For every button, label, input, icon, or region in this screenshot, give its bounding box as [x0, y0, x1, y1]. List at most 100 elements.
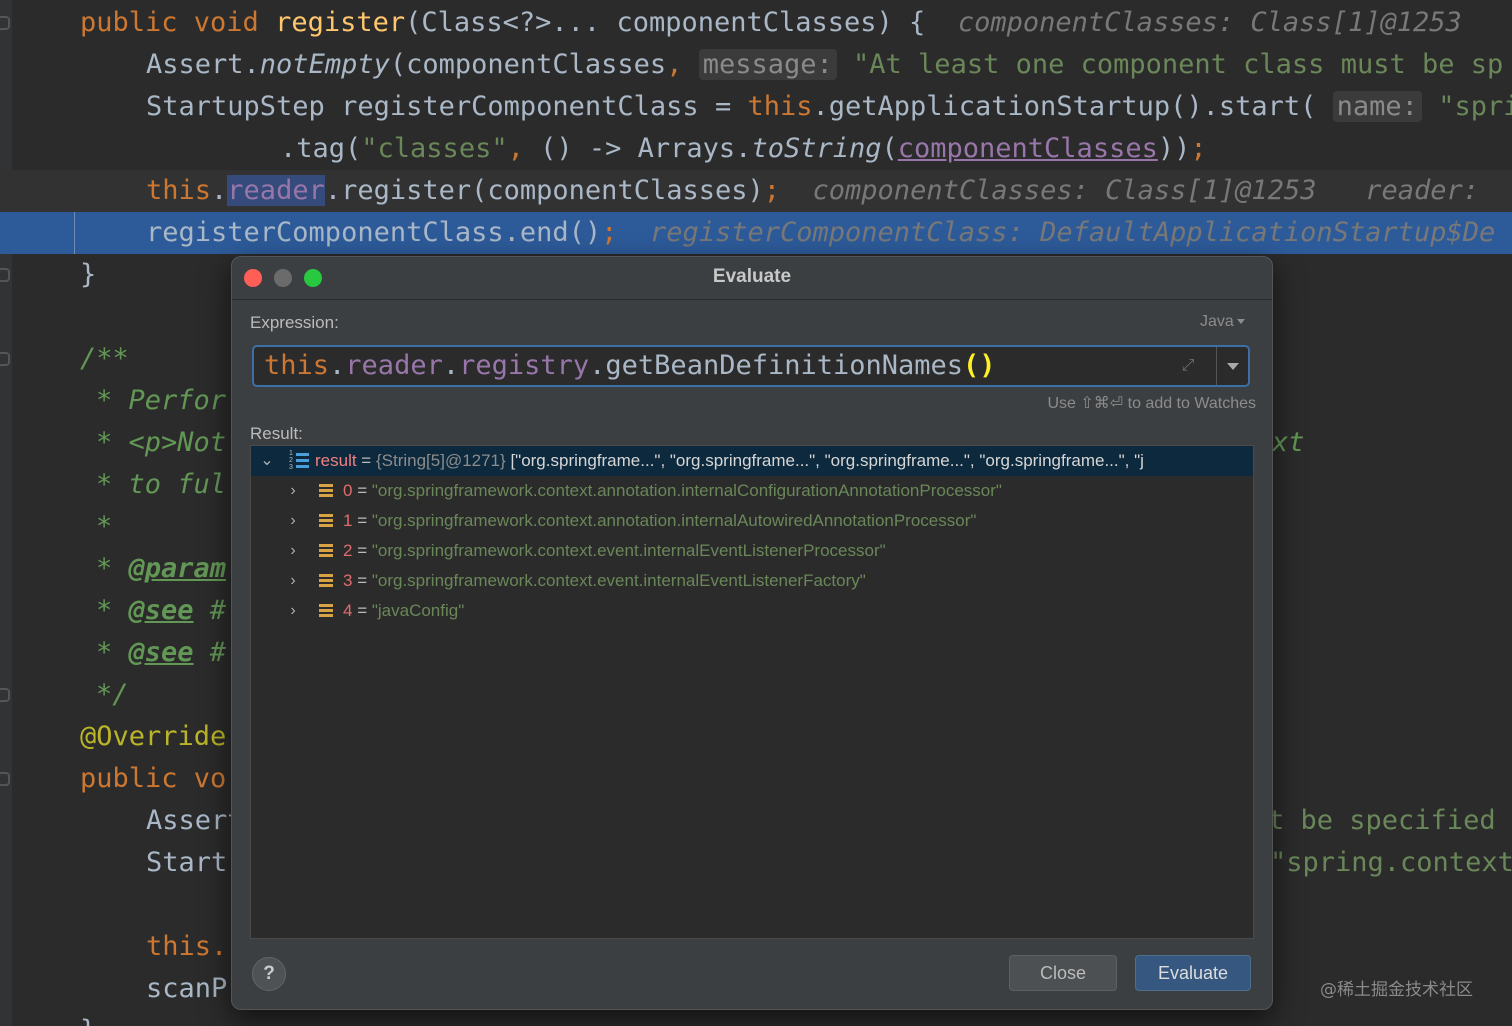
code-token: * to ful [96, 469, 227, 500]
code-token: this. [146, 931, 228, 962]
item-value: "org.springframework.context.event.inter… [371, 541, 886, 560]
code-token: this [146, 175, 212, 206]
code-token: . [211, 175, 228, 206]
code-line[interactable]: t be specified [1268, 800, 1496, 842]
watermark: @稀土掘金技术社区 [1320, 980, 1473, 1000]
code-line[interactable]: * <p>Not [96, 422, 226, 464]
fold-marker-icon[interactable] [0, 352, 10, 366]
code-token: */ [96, 679, 129, 710]
code-token: notEmpty [259, 49, 390, 80]
dialog-title: Evaluate [712, 266, 792, 287]
result-item-row[interactable]: › 2 = "org.springframework.context.event.… [251, 536, 1253, 566]
code-line[interactable]: * @param [96, 548, 226, 590]
expression-token: reader [345, 350, 443, 381]
code-token: registerComponentClass: DefaultApplicati… [649, 217, 1496, 248]
code-token: )) [1157, 133, 1191, 164]
result-root-text: result = {String[5]@1271} ["org.springfr… [315, 451, 1144, 470]
field-icon [319, 514, 333, 528]
evaluate-dialog: Evaluate Expression: Java this.reader.re… [231, 256, 1273, 1010]
result-tree[interactable]: ⌄ 123 result = {String[5]@1271} ["org.sp… [250, 445, 1254, 939]
fold-marker-icon[interactable] [0, 688, 10, 702]
code-token: scanP [146, 973, 228, 1004]
expression-input[interactable]: this.reader.registry.getBeanDefinitionNa… [252, 345, 1250, 387]
code-token: this [747, 91, 813, 122]
code-line[interactable]: StartupStep registerComponentClass = thi… [146, 86, 1512, 128]
expression-history-dropdown[interactable] [1218, 347, 1248, 385]
fold-marker-icon[interactable] [0, 772, 10, 786]
variable-value: ["org.springframe...", "org.springframe.… [510, 451, 1144, 470]
code-line[interactable]: */ [96, 674, 129, 716]
code-line[interactable]: /** [80, 338, 129, 380]
chevron-right-icon[interactable]: › [285, 506, 301, 536]
editor-gutter[interactable] [0, 0, 12, 1026]
code-token: (Class<?>... componentClasses) { [405, 7, 958, 38]
variable-name: result [315, 451, 357, 470]
code-token: @Override [80, 721, 227, 752]
code-token: ( [881, 133, 898, 164]
fold-marker-icon[interactable] [0, 16, 10, 30]
expand-icon[interactable]: ⤢ [1178, 356, 1198, 376]
code-token: register [275, 7, 406, 38]
code-token: .getApplicationStartup().start( [812, 91, 1333, 122]
code-line[interactable]: * @see # [96, 590, 226, 632]
chevron-down-icon [1227, 363, 1239, 370]
code-line[interactable]: Assert.notEmpty(componentClasses, messag… [146, 44, 1503, 86]
code-line[interactable]: Assert [146, 800, 244, 842]
code-token: .tag( [280, 133, 362, 164]
code-token: message: [698, 49, 837, 80]
code-line[interactable]: * @see # [96, 632, 226, 674]
close-button[interactable]: Close [1009, 955, 1117, 991]
item-value: "org.springframework.context.annotation.… [371, 481, 1002, 500]
code-token: "At least one component class must be sp [853, 49, 1504, 80]
code-line[interactable]: Start [146, 842, 227, 884]
code-line[interactable]: this.reader.register(componentClasses); … [0, 170, 1512, 212]
dialog-titlebar[interactable]: Evaluate [232, 257, 1272, 300]
code-line[interactable]: this. [146, 926, 227, 968]
chevron-right-icon[interactable]: › [285, 476, 301, 506]
expression-token: () [963, 350, 996, 381]
code-token: componentClasses: Class[1]@1253 reader: [812, 175, 1496, 206]
help-button[interactable]: ? [252, 957, 286, 991]
code-line[interactable]: scanP [146, 968, 227, 1010]
code-line[interactable]: xt [1272, 422, 1305, 464]
item-value: "org.springframework.context.annotation.… [371, 511, 977, 530]
expression-text[interactable]: this.reader.registry.getBeanDefinitionNa… [264, 347, 996, 385]
code-token: () -> Arrays. [523, 133, 752, 164]
chevron-down-icon[interactable]: ⌄ [259, 446, 275, 476]
code-token: Start [146, 847, 228, 878]
code-line[interactable]: public vo [80, 758, 226, 800]
fold-marker-icon[interactable] [0, 268, 10, 282]
chevron-right-icon[interactable]: › [285, 566, 301, 596]
result-label: Result: [250, 424, 303, 443]
result-item-row[interactable]: › 1 = "org.springframework.context.annota… [251, 506, 1253, 536]
expression-token: . [442, 350, 460, 381]
field-icon [319, 574, 333, 588]
code-token: @param [128, 553, 227, 584]
code-token: * Perfor [96, 385, 227, 416]
result-item-row[interactable]: › 3 = "org.springframework.context.event.… [251, 566, 1253, 596]
code-line[interactable]: .tag("classes", () -> Arrays.toString(co… [280, 128, 1207, 170]
code-line[interactable]: } [80, 1010, 96, 1026]
code-line[interactable]: registerComponentClass.end(); registerCo… [0, 212, 1512, 254]
code-line[interactable]: * Perfor [96, 380, 226, 422]
evaluate-button[interactable]: Evaluate [1135, 955, 1251, 991]
result-item-row[interactable]: › 0 = "org.springframework.context.annota… [251, 476, 1253, 506]
divider [1216, 347, 1217, 385]
chevron-right-icon[interactable]: › [285, 536, 301, 566]
result-root-row[interactable]: ⌄ 123 result = {String[5]@1271} ["org.sp… [251, 446, 1253, 476]
code-token: /** [80, 343, 129, 374]
chevron-right-icon[interactable]: › [285, 596, 301, 626]
code-line[interactable]: public void register(Class<?>... compone… [80, 2, 1462, 44]
code-line[interactable]: @Override [80, 716, 226, 758]
code-line[interactable]: * to ful [96, 464, 226, 506]
expression-token: .getBeanDefinitionNames [589, 350, 964, 381]
code-token: * [96, 511, 113, 542]
code-token: "spri [1438, 91, 1512, 122]
code-line[interactable]: } [80, 254, 96, 296]
result-item-row[interactable]: › 4 = "javaConfig" [251, 596, 1253, 626]
code-line[interactable]: * [96, 506, 112, 548]
code-line[interactable]: "spring.context [1270, 842, 1512, 884]
language-selector[interactable]: Java [1200, 313, 1245, 331]
